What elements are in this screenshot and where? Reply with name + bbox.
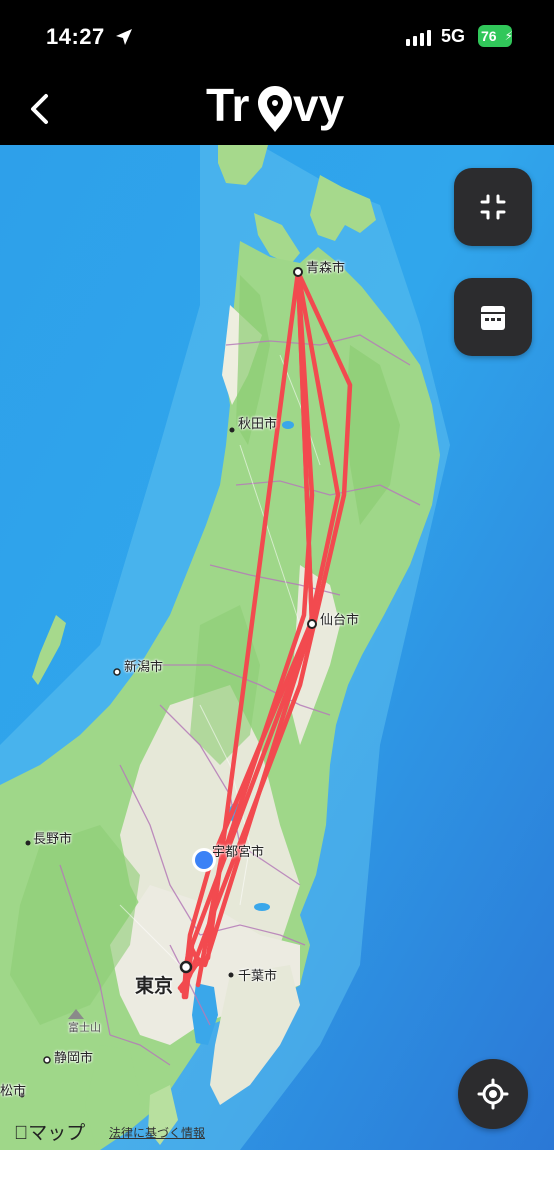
network-type: 5G [441, 26, 466, 46]
crosshair-icon [477, 1078, 509, 1110]
apple-logo-icon:  [14, 1123, 28, 1144]
status-time: 14:27 [46, 24, 105, 49]
charging-bolt-icon: ⚡ [504, 29, 513, 43]
city-label-nagano: 長野市 [33, 831, 73, 846]
status-bar: 14:27 5G 76 ⚡ [0, 0, 554, 75]
city-label-niigata: 新潟市 [124, 659, 164, 674]
calendar-icon [481, 306, 505, 330]
chevron-left-icon [31, 94, 48, 124]
trovy-logo: Tr vy [206, 79, 345, 132]
battery-indicator: 76 ⚡ [478, 25, 513, 47]
svg-text:Tr: Tr [206, 79, 250, 131]
bottom-area [0, 1150, 554, 1200]
battery-level: 76 [481, 28, 497, 44]
city-label-fuji: 富士山 [68, 1022, 101, 1034]
city-label-tokyo: 東京 [135, 976, 174, 997]
svg-text:vy: vy [293, 79, 345, 131]
cellular-signal-icon [406, 30, 431, 46]
legal-info-link[interactable]: 法律に基づく情報 [109, 1124, 205, 1141]
nav-bar: Tr vy [0, 75, 554, 145]
locate-me-button[interactable] [458, 1059, 528, 1129]
city-label-hamamatsu: 松市 [0, 1083, 27, 1098]
city-label-akita: 秋田市 [238, 416, 278, 431]
city-label-chiba: 千葉市 [238, 968, 278, 983]
city-label-shizuoka: 静岡市 [54, 1050, 94, 1065]
maps-attribution: マップ [14, 1118, 85, 1145]
collapse-button[interactable] [454, 168, 532, 246]
city-label-aomori: 青森市 [306, 260, 346, 275]
city-label-sendai: 仙台市 [320, 612, 360, 627]
location-arrow-icon [116, 29, 132, 45]
maps-label: マップ [14, 1123, 85, 1144]
city-label-utsunomiya: 宇都宮市 [212, 844, 265, 859]
calendar-button[interactable] [454, 278, 532, 356]
collapse-icon [480, 194, 506, 220]
back-button[interactable] [18, 87, 62, 131]
